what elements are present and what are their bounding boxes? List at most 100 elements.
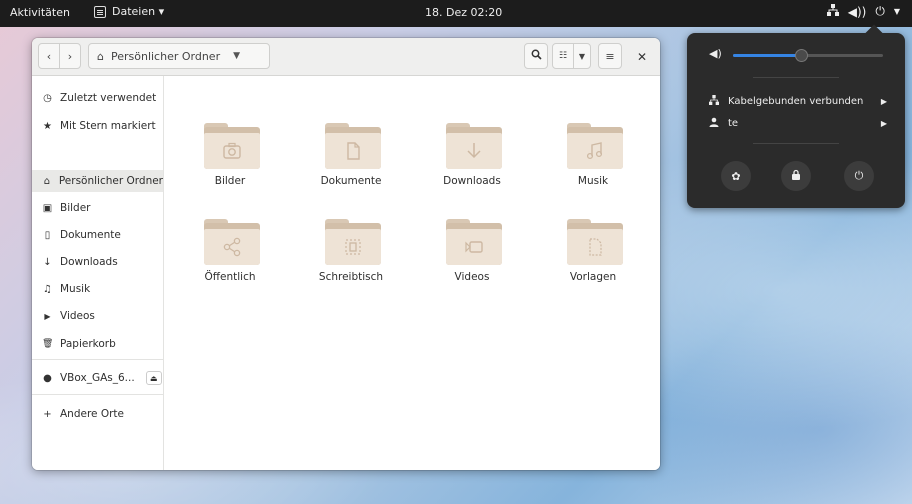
chevron-down-icon: ▼ <box>233 51 241 61</box>
folder-music-icon <box>567 123 623 169</box>
folder-label: Musik <box>577 175 609 187</box>
sidebar-divider <box>32 359 163 360</box>
power-off-button[interactable]: ⏻ <box>844 161 874 191</box>
back-button[interactable]: ‹ <box>38 43 60 69</box>
view-options-button[interactable]: ▼ <box>573 43 591 69</box>
user-label: te <box>728 117 739 129</box>
sidebar-item-label: Andere Orte <box>60 408 125 420</box>
close-icon: ✕ <box>636 50 648 64</box>
folder-label: Downloads <box>443 175 501 187</box>
sidebar-item-recent[interactable]: ◷ Zuletzt verwendet <box>32 87 163 109</box>
top-bar: Aktivitäten Dateien ▾ 18. Dez 02:20 ◀)) … <box>0 0 912 27</box>
folder-label: Dokumente <box>320 175 382 187</box>
folder-item-public[interactable]: Öffentlich <box>175 207 285 297</box>
folder-desktop-icon <box>325 219 381 265</box>
folder-item-downloads[interactable]: Downloads <box>417 111 527 201</box>
sidebar-item-label: Bilder <box>60 202 91 214</box>
volume-slider-fill <box>733 54 801 57</box>
chevron-right-icon: ▶ <box>880 118 887 128</box>
folder-templates-icon <box>567 219 623 265</box>
user-icon <box>709 117 719 130</box>
folder-label: Öffentlich <box>204 271 256 283</box>
video-icon: ▶ <box>44 311 51 321</box>
list-view-icon: ☷ <box>558 51 568 61</box>
folder-item-desktop[interactable]: Schreibtisch <box>296 207 406 297</box>
app-menu-button[interactable]: Dateien ▾ <box>94 5 164 18</box>
volume-icon: ◀)) <box>847 4 867 19</box>
sidebar: ◷ Zuletzt verwendet ★ Mit Stern markiert… <box>32 76 164 470</box>
app-menu-label: Dateien ▾ <box>112 5 165 18</box>
hamburger-menu-icon: ≡ <box>605 49 615 63</box>
sidebar-item-other-places[interactable]: + Andere Orte <box>32 403 163 425</box>
eject-button[interactable]: ⏏ <box>145 371 162 385</box>
star-icon: ★ <box>43 120 52 132</box>
sidebar-divider <box>32 394 163 395</box>
sidebar-item-home[interactable]: ⌂ Persönlicher Ordner <box>32 170 163 192</box>
sidebar-item-music[interactable]: ♫ Musik <box>32 278 163 300</box>
network-menu-item[interactable]: Kabelgebunden verbunden ▶ <box>709 93 889 109</box>
sidebar-item-starred[interactable]: ★ Mit Stern markiert <box>32 115 163 137</box>
user-menu-item[interactable]: te ▶ <box>709 115 889 131</box>
clock-icon: ◷ <box>43 92 52 104</box>
trash-icon: 🗑 <box>42 339 54 349</box>
header-bar: ‹ › ⌂ Persönlicher Ordner ▼ ☷ ▼ ≡ ✕ <box>32 38 660 76</box>
chevron-down-icon: ▼ <box>578 51 586 61</box>
path-bar-home[interactable]: ⌂ Persönlicher Ordner ▼ <box>88 43 270 69</box>
system-menu: ◀) Kabelgebunden verbunden ▶ te ▶ ✿ ⏻ <box>687 33 905 208</box>
eject-icon: ⏏ <box>149 373 158 383</box>
close-button[interactable]: ✕ <box>634 49 650 65</box>
folder-grid: Bilder Dokumente Downloads Musik Öffentl… <box>165 76 660 470</box>
folder-label: Videos <box>454 271 490 283</box>
folder-item-videos[interactable]: Videos <box>417 207 527 297</box>
sidebar-item-pictures[interactable]: ▣ Bilder <box>32 197 163 219</box>
chevron-left-icon: ‹ <box>46 49 52 63</box>
sidebar-item-trash[interactable]: 🗑 Papierkorb <box>32 333 163 355</box>
folder-item-music[interactable]: Musik <box>538 111 648 201</box>
files-app-icon <box>94 5 106 18</box>
sidebar-item-label: Dokumente <box>60 229 121 241</box>
sidebar-item-label: VBox_GAs_6... <box>60 372 135 384</box>
folder-label: Bilder <box>214 175 246 187</box>
chevron-down-icon: ▼ <box>893 7 900 16</box>
folder-share-icon <box>204 219 260 265</box>
music-icon: ♫ <box>43 283 52 295</box>
folder-label: Schreibtisch <box>318 271 384 283</box>
folder-pictures-icon <box>204 123 260 169</box>
network-wired-icon <box>826 4 839 19</box>
sidebar-item-documents[interactable]: ▯ Dokumente <box>32 224 163 246</box>
sidebar-item-device[interactable]: ● VBox_GAs_6... ⏏ <box>32 367 163 389</box>
system-status-area[interactable]: ◀)) ⏻ ▼ <box>826 4 900 19</box>
settings-button[interactable]: ✿ <box>721 161 751 191</box>
lock-button[interactable] <box>781 161 811 191</box>
clock[interactable]: 18. Dez 02:20 <box>425 6 502 19</box>
gear-icon: ✿ <box>731 169 741 183</box>
power-icon: ⏻ <box>875 4 885 18</box>
volume-icon[interactable]: ◀) <box>709 47 722 60</box>
menu-button[interactable]: ≡ <box>598 43 622 69</box>
power-icon: ⏻ <box>854 169 864 182</box>
folder-label: Vorlagen <box>569 271 617 283</box>
sidebar-item-label: Persönlicher Ordner <box>58 175 163 187</box>
download-icon: ↓ <box>43 256 52 268</box>
folder-item-templates[interactable]: Vorlagen <box>538 207 648 297</box>
sidebar-item-label: Mit Stern markiert <box>60 120 156 132</box>
activities-button[interactable]: Aktivitäten <box>10 6 70 19</box>
plus-icon: + <box>43 408 52 420</box>
view-toggle-button[interactable]: ☷ <box>552 43 574 69</box>
folder-item-documents[interactable]: Dokumente <box>296 111 406 201</box>
sidebar-item-label: Videos <box>60 310 95 322</box>
search-button[interactable] <box>524 43 548 69</box>
chevron-right-icon: › <box>67 49 73 63</box>
home-icon: ⌂ <box>43 175 51 187</box>
forward-button[interactable]: › <box>59 43 81 69</box>
folder-item-pictures[interactable]: Bilder <box>175 111 285 201</box>
menu-divider <box>753 143 839 144</box>
sidebar-item-videos[interactable]: ▶ Videos <box>32 305 163 327</box>
network-label: Kabelgebunden verbunden <box>728 95 864 107</box>
volume-slider[interactable] <box>733 49 883 62</box>
volume-slider-handle[interactable] <box>794 49 808 62</box>
sidebar-item-downloads[interactable]: ↓ Downloads <box>32 251 163 273</box>
lock-icon <box>791 169 801 183</box>
search-icon <box>531 49 542 63</box>
menu-divider <box>753 77 839 78</box>
